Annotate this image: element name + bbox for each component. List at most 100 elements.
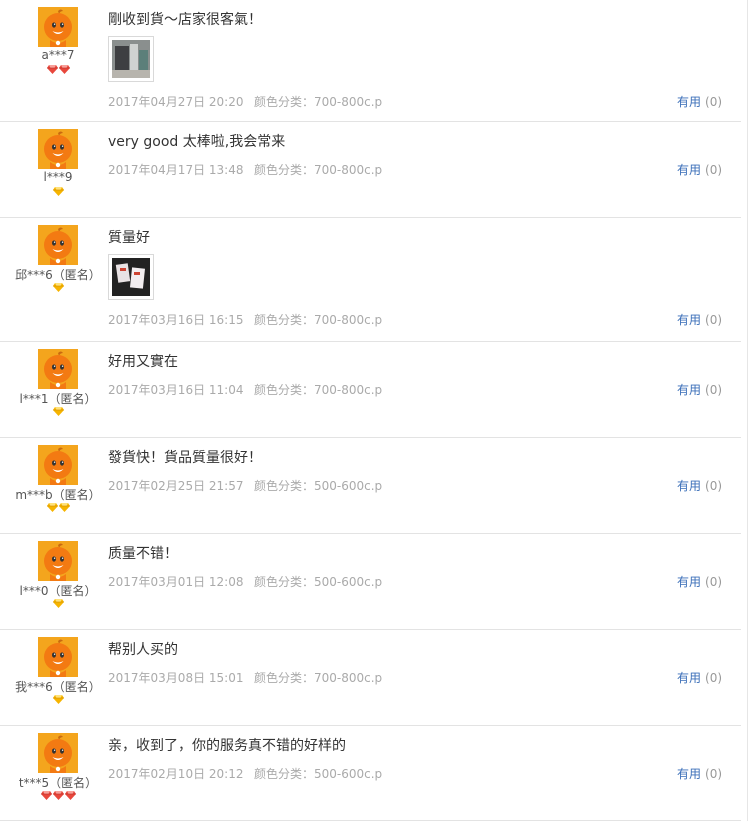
review-date: 2017年04月27日 20:20 — [108, 95, 244, 109]
mascot-avatar-icon — [38, 129, 78, 169]
useful-count: (0) — [705, 95, 723, 109]
review-date: 2017年02月10日 20:12 — [108, 767, 244, 781]
useful-label[interactable]: 有用 — [677, 313, 701, 327]
review-date: 2017年03月08日 15:01 — [108, 671, 244, 685]
review-date: 2017年03月16日 16:15 — [108, 313, 244, 327]
red-diamond-icon — [52, 786, 64, 805]
review-item: 邱***6（匿名） 質量好 2017年03月16日 16:15 颜色分类：700-80… — [0, 218, 741, 342]
avatar[interactable] — [38, 225, 78, 265]
useful-count: (0) — [705, 767, 723, 781]
mascot-avatar-icon — [38, 349, 78, 389]
review-comment: 發貨快！貨品質量很好！ — [108, 450, 262, 466]
review-item: l***9 very good 太棒啦,我会常来 2017年04月17日 13:48… — [0, 122, 741, 218]
review-comment: 好用又實在 — [108, 354, 178, 370]
right-divider — [747, 0, 748, 821]
review-meta: 2017年02月10日 20:12 颜色分类：500-600c.p — [108, 765, 382, 782]
useful-count: (0) — [705, 313, 723, 327]
review-item: 我***6（匿名） 帮别人买的 2017年03月08日 15:01 颜色分类：700-… — [0, 630, 741, 726]
review-item: l***1（匿名） 好用又實在 2017年03月16日 11:04 颜色分类：700-… — [0, 342, 741, 438]
review-meta: 2017年03月16日 16:15 颜色分类：700-800c.p — [108, 311, 382, 328]
yellow-heart-icon — [52, 278, 64, 297]
useful-label[interactable]: 有用 — [677, 767, 701, 781]
useful-button[interactable]: 有用 (0) — [677, 161, 722, 178]
avatar[interactable] — [38, 349, 78, 389]
mascot-avatar-icon — [38, 445, 78, 485]
color-spec: 颜色分类：700-800c.p — [254, 95, 383, 109]
red-diamond-icon — [40, 786, 52, 805]
product-photo-icon — [112, 258, 150, 296]
avatar[interactable] — [38, 445, 78, 485]
useful-label[interactable]: 有用 — [677, 575, 701, 589]
reviewer-level-badge — [0, 599, 116, 609]
review-date: 2017年03月01日 12:08 — [108, 575, 244, 589]
review-date: 2017年02月25日 21:57 — [108, 479, 244, 493]
review-item: l***0（匿名） 质量不错！ 2017年03月01日 12:08 颜色分类：500-… — [0, 534, 741, 630]
useful-label[interactable]: 有用 — [677, 95, 701, 109]
review-photo-thumbnail[interactable] — [108, 36, 154, 82]
yellow-heart-icon — [58, 498, 70, 517]
yellow-heart-icon — [52, 182, 64, 201]
review-meta: 2017年03月01日 12:08 颜色分类：500-600c.p — [108, 573, 382, 590]
useful-button[interactable]: 有用 (0) — [677, 381, 722, 398]
review-comment: 剛收到貨～店家很客氣！ — [108, 12, 262, 28]
yellow-heart-icon — [52, 402, 64, 421]
color-spec: 颜色分类：700-800c.p — [254, 163, 383, 177]
useful-button[interactable]: 有用 (0) — [677, 765, 722, 782]
review-date: 2017年03月16日 11:04 — [108, 383, 244, 397]
avatar[interactable] — [38, 129, 78, 169]
color-spec: 颜色分类：500-600c.p — [254, 767, 383, 781]
review-meta: 2017年03月16日 11:04 颜色分类：700-800c.p — [108, 381, 382, 398]
color-spec: 颜色分类：500-600c.p — [254, 479, 383, 493]
mascot-avatar-icon — [38, 225, 78, 265]
review-meta: 2017年03月08日 15:01 颜色分类：700-800c.p — [108, 669, 382, 686]
review-item: m***b（匿名） 發貨快！貨品質量很好！ 2017年02月25日 21:57 颜色分… — [0, 438, 741, 534]
red-diamond-icon — [46, 60, 58, 79]
review-comment: 質量好 — [108, 230, 150, 246]
reviewer-level-badge — [0, 791, 116, 801]
useful-count: (0) — [705, 671, 723, 685]
review-comment: 帮别人买的 — [108, 642, 178, 658]
color-spec: 颜色分类：700-800c.p — [254, 313, 383, 327]
color-spec: 颜色分类：700-800c.p — [254, 383, 383, 397]
red-diamond-icon — [58, 60, 70, 79]
color-spec: 颜色分类：500-600c.p — [254, 575, 383, 589]
useful-button[interactable]: 有用 (0) — [677, 573, 722, 590]
useful-count: (0) — [705, 575, 723, 589]
mascot-avatar-icon — [38, 637, 78, 677]
useful-count: (0) — [705, 163, 723, 177]
yellow-heart-icon — [52, 594, 64, 613]
review-meta: 2017年02月25日 21:57 颜色分类：500-600c.p — [108, 477, 382, 494]
avatar[interactable] — [38, 637, 78, 677]
useful-label[interactable]: 有用 — [677, 163, 701, 177]
avatar[interactable] — [38, 541, 78, 581]
useful-label[interactable]: 有用 — [677, 671, 701, 685]
useful-label[interactable]: 有用 — [677, 479, 701, 493]
reviewer-level-badge — [0, 407, 116, 417]
avatar[interactable] — [38, 7, 78, 47]
reviewer-level-badge — [0, 187, 116, 197]
useful-count: (0) — [705, 383, 723, 397]
review-meta: 2017年04月27日 20:20 颜色分类：700-800c.p — [108, 93, 382, 110]
review-meta: 2017年04月17日 13:48 颜色分类：700-800c.p — [108, 161, 382, 178]
mascot-avatar-icon — [38, 733, 78, 773]
yellow-heart-icon — [52, 690, 64, 709]
reviewer-level-badge — [0, 503, 116, 513]
useful-button[interactable]: 有用 (0) — [677, 311, 722, 328]
color-spec: 颜色分类：700-800c.p — [254, 671, 383, 685]
useful-button[interactable]: 有用 (0) — [677, 477, 722, 494]
review-comment: very good 太棒啦,我会常来 — [108, 134, 286, 150]
review-photo-thumbnail[interactable] — [108, 254, 154, 300]
review-comment: 质量不错！ — [108, 546, 178, 562]
reviewer-level-badge — [0, 695, 116, 705]
yellow-heart-icon — [46, 498, 58, 517]
red-diamond-icon — [64, 786, 76, 805]
avatar[interactable] — [38, 733, 78, 773]
useful-button[interactable]: 有用 (0) — [677, 93, 722, 110]
useful-label[interactable]: 有用 — [677, 383, 701, 397]
review-item: t***5（匿名） 亲，收到了，你的服务真不错的好样的 2017年02月10日 20… — [0, 726, 741, 821]
review-date: 2017年04月17日 13:48 — [108, 163, 244, 177]
useful-count: (0) — [705, 479, 723, 493]
useful-button[interactable]: 有用 (0) — [677, 669, 722, 686]
mascot-avatar-icon — [38, 7, 78, 47]
reviewer-level-badge — [0, 283, 116, 293]
